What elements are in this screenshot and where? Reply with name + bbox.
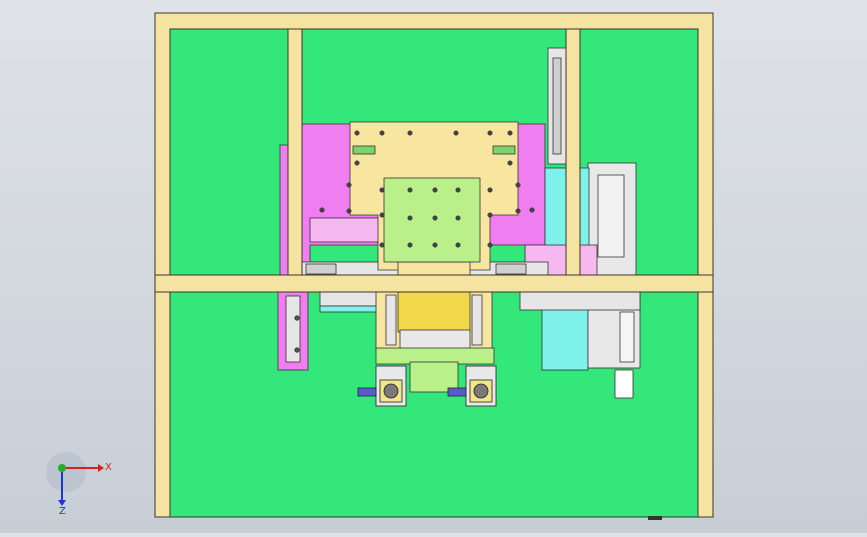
bolt	[407, 130, 413, 136]
y-axis-origin	[58, 464, 66, 472]
frame-foot	[648, 516, 662, 520]
bolt	[455, 187, 461, 193]
assembly-drawing: X Z	[46, 12, 714, 520]
bolt	[455, 215, 461, 221]
bolt	[515, 182, 521, 188]
green-center-plate	[383, 177, 481, 263]
bolt	[407, 242, 413, 248]
coordinate-triad: X Z	[46, 452, 112, 517]
bolt	[354, 160, 360, 166]
bolt	[379, 130, 385, 136]
z-axis-label: Z	[59, 506, 66, 517]
bolt	[432, 242, 438, 248]
bolt	[507, 130, 513, 136]
bolt	[432, 187, 438, 193]
bolt	[515, 208, 521, 214]
bolt	[319, 207, 325, 213]
cad-viewport[interactable]: X Z	[0, 0, 867, 533]
bolt	[407, 215, 413, 221]
bolt	[354, 130, 360, 136]
x-axis-label: X	[105, 462, 112, 473]
bolt	[346, 182, 352, 188]
bolt	[455, 242, 461, 248]
bolt	[487, 242, 493, 248]
bolt	[507, 160, 513, 166]
bolt	[487, 212, 493, 218]
bolt	[529, 207, 535, 213]
bolt	[487, 130, 493, 136]
bolt	[346, 208, 352, 214]
bolt	[379, 242, 385, 248]
left-side-rail	[277, 289, 309, 371]
bolt	[453, 130, 459, 136]
bolt	[432, 215, 438, 221]
bolt	[407, 187, 413, 193]
bolt	[487, 187, 493, 193]
bolt	[379, 212, 385, 218]
bolt	[379, 187, 385, 193]
